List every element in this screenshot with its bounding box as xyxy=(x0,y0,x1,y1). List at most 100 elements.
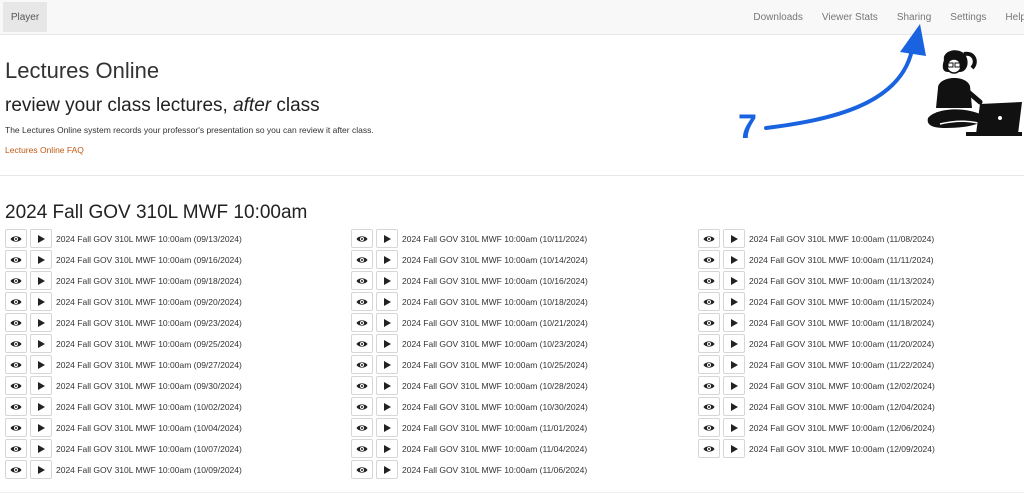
play-lecture-button[interactable] xyxy=(723,439,745,458)
lecture-title[interactable]: 2024 Fall GOV 310L MWF 10:00am (09/23/20… xyxy=(56,318,242,328)
lecture-title[interactable]: 2024 Fall GOV 310L MWF 10:00am (11/01/20… xyxy=(402,423,587,433)
lecture-title[interactable]: 2024 Fall GOV 310L MWF 10:00am (10/23/20… xyxy=(402,339,588,349)
lecture-title[interactable]: 2024 Fall GOV 310L MWF 10:00am (11/20/20… xyxy=(749,339,934,349)
view-lecture-button[interactable] xyxy=(698,271,720,290)
lecture-title[interactable]: 2024 Fall GOV 310L MWF 10:00am (10/25/20… xyxy=(402,360,588,370)
view-lecture-button[interactable] xyxy=(5,460,27,479)
play-lecture-button[interactable] xyxy=(723,355,745,374)
nav-link-settings[interactable]: Settings xyxy=(950,12,986,23)
play-lecture-button[interactable] xyxy=(723,334,745,353)
lecture-title[interactable]: 2024 Fall GOV 310L MWF 10:00am (11/18/20… xyxy=(749,318,934,328)
lecture-title[interactable]: 2024 Fall GOV 310L MWF 10:00am (10/11/20… xyxy=(402,234,587,244)
play-lecture-button[interactable] xyxy=(30,334,52,353)
lecture-title[interactable]: 2024 Fall GOV 310L MWF 10:00am (09/27/20… xyxy=(56,360,242,370)
lecture-title[interactable]: 2024 Fall GOV 310L MWF 10:00am (11/08/20… xyxy=(749,234,934,244)
play-lecture-button[interactable] xyxy=(723,397,745,416)
lecture-title[interactable]: 2024 Fall GOV 310L MWF 10:00am (10/14/20… xyxy=(402,255,588,265)
view-lecture-button[interactable] xyxy=(5,271,27,290)
view-lecture-button[interactable] xyxy=(351,355,373,374)
play-lecture-button[interactable] xyxy=(376,271,398,290)
lecture-title[interactable]: 2024 Fall GOV 310L MWF 10:00am (12/06/20… xyxy=(749,423,935,433)
view-lecture-button[interactable] xyxy=(5,292,27,311)
play-lecture-button[interactable] xyxy=(30,397,52,416)
lecture-title[interactable]: 2024 Fall GOV 310L MWF 10:00am (11/15/20… xyxy=(749,297,934,307)
lecture-title[interactable]: 2024 Fall GOV 310L MWF 10:00am (12/04/20… xyxy=(749,402,935,412)
lecture-title[interactable]: 2024 Fall GOV 310L MWF 10:00am (10/21/20… xyxy=(402,318,588,328)
play-lecture-button[interactable] xyxy=(30,229,52,248)
play-lecture-button[interactable] xyxy=(30,439,52,458)
play-lecture-button[interactable] xyxy=(723,229,745,248)
view-lecture-button[interactable] xyxy=(351,460,373,479)
play-lecture-button[interactable] xyxy=(30,460,52,479)
view-lecture-button[interactable] xyxy=(351,292,373,311)
play-lecture-button[interactable] xyxy=(376,313,398,332)
lecture-title[interactable]: 2024 Fall GOV 310L MWF 10:00am (10/18/20… xyxy=(402,297,588,307)
play-lecture-button[interactable] xyxy=(30,376,52,395)
play-lecture-button[interactable] xyxy=(30,250,52,269)
play-lecture-button[interactable] xyxy=(376,334,398,353)
view-lecture-button[interactable] xyxy=(698,355,720,374)
view-lecture-button[interactable] xyxy=(698,397,720,416)
view-lecture-button[interactable] xyxy=(698,376,720,395)
view-lecture-button[interactable] xyxy=(351,334,373,353)
play-lecture-button[interactable] xyxy=(376,376,398,395)
view-lecture-button[interactable] xyxy=(351,229,373,248)
view-lecture-button[interactable] xyxy=(351,271,373,290)
play-lecture-button[interactable] xyxy=(30,313,52,332)
view-lecture-button[interactable] xyxy=(5,250,27,269)
view-lecture-button[interactable] xyxy=(5,418,27,437)
view-lecture-button[interactable] xyxy=(351,397,373,416)
play-lecture-button[interactable] xyxy=(30,418,52,437)
lecture-title[interactable]: 2024 Fall GOV 310L MWF 10:00am (10/28/20… xyxy=(402,381,588,391)
view-lecture-button[interactable] xyxy=(351,376,373,395)
lecture-title[interactable]: 2024 Fall GOV 310L MWF 10:00am (11/11/20… xyxy=(749,255,934,265)
view-lecture-button[interactable] xyxy=(698,250,720,269)
play-lecture-button[interactable] xyxy=(376,460,398,479)
view-lecture-button[interactable] xyxy=(698,229,720,248)
play-lecture-button[interactable] xyxy=(723,250,745,269)
play-lecture-button[interactable] xyxy=(723,313,745,332)
lecture-title[interactable]: 2024 Fall GOV 310L MWF 10:00am (11/04/20… xyxy=(402,444,587,454)
lecture-title[interactable]: 2024 Fall GOV 310L MWF 10:00am (09/13/20… xyxy=(56,234,242,244)
lecture-title[interactable]: 2024 Fall GOV 310L MWF 10:00am (10/02/20… xyxy=(56,402,242,412)
play-lecture-button[interactable] xyxy=(376,439,398,458)
view-lecture-button[interactable] xyxy=(698,334,720,353)
view-lecture-button[interactable] xyxy=(5,334,27,353)
lecture-title[interactable]: 2024 Fall GOV 310L MWF 10:00am (12/02/20… xyxy=(749,381,935,391)
play-lecture-button[interactable] xyxy=(376,418,398,437)
view-lecture-button[interactable] xyxy=(698,313,720,332)
play-lecture-button[interactable] xyxy=(723,418,745,437)
view-lecture-button[interactable] xyxy=(351,250,373,269)
lecture-title[interactable]: 2024 Fall GOV 310L MWF 10:00am (10/09/20… xyxy=(56,465,242,475)
play-lecture-button[interactable] xyxy=(723,376,745,395)
play-lecture-button[interactable] xyxy=(376,397,398,416)
nav-tab-player[interactable]: Player xyxy=(3,2,47,32)
view-lecture-button[interactable] xyxy=(5,355,27,374)
view-lecture-button[interactable] xyxy=(5,397,27,416)
lecture-title[interactable]: 2024 Fall GOV 310L MWF 10:00am (10/16/20… xyxy=(402,276,588,286)
view-lecture-button[interactable] xyxy=(351,418,373,437)
view-lecture-button[interactable] xyxy=(351,439,373,458)
lecture-title[interactable]: 2024 Fall GOV 310L MWF 10:00am (12/09/20… xyxy=(749,444,935,454)
lecture-title[interactable]: 2024 Fall GOV 310L MWF 10:00am (09/30/20… xyxy=(56,381,242,391)
view-lecture-button[interactable] xyxy=(351,313,373,332)
view-lecture-button[interactable] xyxy=(698,439,720,458)
play-lecture-button[interactable] xyxy=(376,355,398,374)
play-lecture-button[interactable] xyxy=(723,292,745,311)
view-lecture-button[interactable] xyxy=(5,313,27,332)
lecture-title[interactable]: 2024 Fall GOV 310L MWF 10:00am (09/16/20… xyxy=(56,255,242,265)
faq-link[interactable]: Lectures Online FAQ xyxy=(5,145,84,155)
view-lecture-button[interactable] xyxy=(5,376,27,395)
lecture-title[interactable]: 2024 Fall GOV 310L MWF 10:00am (11/22/20… xyxy=(749,360,934,370)
view-lecture-button[interactable] xyxy=(698,292,720,311)
lecture-title[interactable]: 2024 Fall GOV 310L MWF 10:00am (09/18/20… xyxy=(56,276,242,286)
play-lecture-button[interactable] xyxy=(30,355,52,374)
view-lecture-button[interactable] xyxy=(5,439,27,458)
lecture-title[interactable]: 2024 Fall GOV 310L MWF 10:00am (10/07/20… xyxy=(56,444,242,454)
lecture-title[interactable]: 2024 Fall GOV 310L MWF 10:00am (10/04/20… xyxy=(56,423,242,433)
lecture-title[interactable]: 2024 Fall GOV 310L MWF 10:00am (10/30/20… xyxy=(402,402,588,412)
play-lecture-button[interactable] xyxy=(376,229,398,248)
play-lecture-button[interactable] xyxy=(30,292,52,311)
play-lecture-button[interactable] xyxy=(723,271,745,290)
view-lecture-button[interactable] xyxy=(698,418,720,437)
